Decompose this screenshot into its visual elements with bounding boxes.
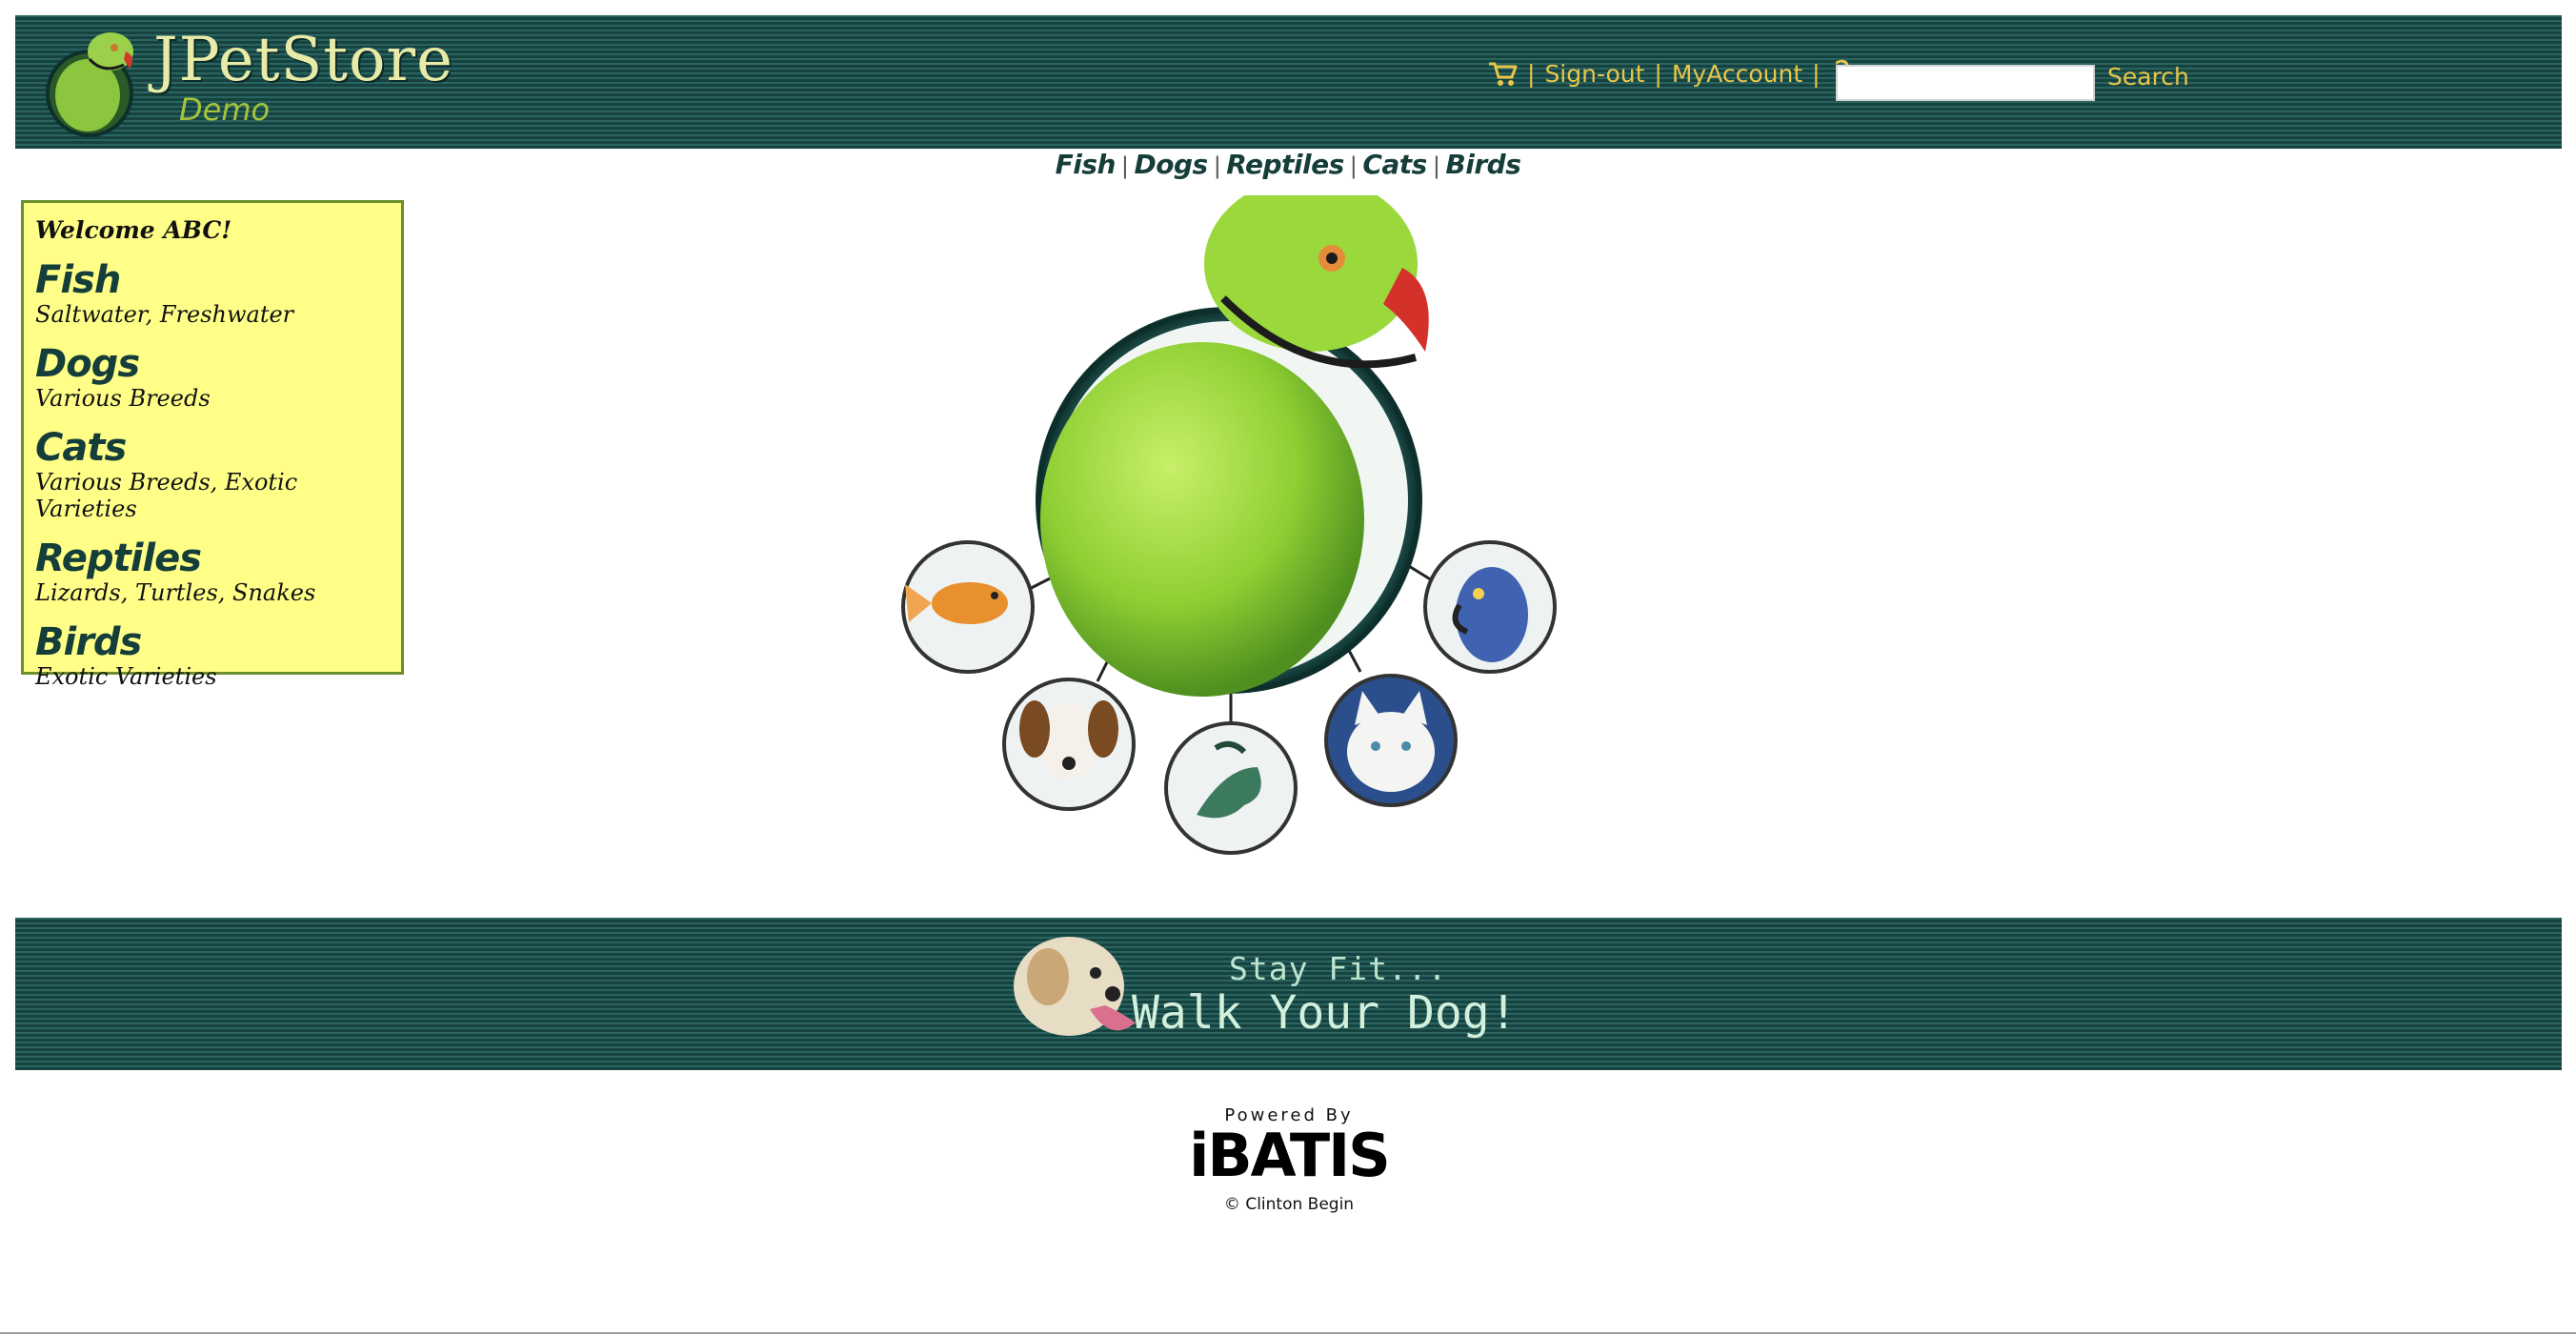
- quick-link-separator: |: [1349, 152, 1358, 179]
- my-account-link[interactable]: MyAccount: [1672, 60, 1802, 88]
- quick-links-bar: Fish | Dogs | Reptiles | Cats | Birds: [0, 149, 2576, 180]
- cats-image-link[interactable]: [1324, 674, 1458, 807]
- quick-link-separator: |: [1120, 152, 1129, 179]
- birds-image-link[interactable]: [1423, 540, 1557, 674]
- page-bottom-divider: [0, 1332, 2576, 1334]
- parrot-logo-icon: [46, 32, 133, 137]
- promo-banner: Stay Fit... Walk Your Dog!: [15, 918, 2562, 1070]
- dog-banner-icon: [1014, 937, 1136, 1036]
- sidebar-item-reptiles: Reptiles Lizards, Turtles, Snakes: [35, 537, 401, 606]
- quick-link-separator: |: [1432, 152, 1440, 179]
- reptiles-image-link[interactable]: [1164, 721, 1298, 855]
- quick-link-cats[interactable]: Cats: [1362, 149, 1427, 180]
- quick-link-reptiles[interactable]: Reptiles: [1226, 149, 1344, 180]
- sidebar-item-fish-link[interactable]: Fish: [35, 259, 401, 301]
- logo-title[interactable]: JPetStore: [153, 25, 453, 95]
- banner-headline: Stay Fit...: [1229, 950, 1448, 987]
- sidebar-item-cats-desc: Various Breeds, Exotic Varieties: [35, 469, 298, 522]
- sidebar-item-birds-link[interactable]: Birds: [35, 621, 401, 663]
- quick-link-dogs[interactable]: Dogs: [1135, 149, 1209, 180]
- search-input[interactable]: [1836, 65, 2095, 101]
- quick-link-birds[interactable]: Birds: [1445, 149, 1520, 180]
- dogs-image-link[interactable]: [1002, 678, 1136, 811]
- ibatis-brand: iBATIS: [1189, 1121, 1391, 1190]
- logo-subtitle: Demo: [179, 91, 271, 128]
- ibatis-logo[interactable]: Powered By iBATIS © Clinton Begin: [1181, 1105, 1397, 1218]
- sidebar-item-birds: Birds Exotic Varieties: [35, 621, 401, 690]
- header-bar: JPetStore Demo | Sign-out | MyAccount | …: [15, 15, 2562, 149]
- banner-subheadline: Walk Your Dog!: [1132, 986, 1518, 1040]
- fish-image-link[interactable]: [901, 540, 1035, 674]
- sidebar-item-reptiles-link[interactable]: Reptiles: [35, 537, 401, 579]
- sidebar-item-fish: Fish Saltwater, Freshwater: [35, 259, 401, 328]
- menu-separator: |: [1812, 59, 1821, 88]
- sidebar: Welcome ABC! Fish Saltwater, Freshwater …: [21, 200, 404, 690]
- search-button[interactable]: Search: [2107, 63, 2189, 91]
- cart-icon[interactable]: [1487, 60, 1518, 87]
- sidebar-item-dogs-link[interactable]: Dogs: [35, 343, 401, 385]
- main-image-map: [901, 195, 1557, 855]
- sidebar-item-cats-link[interactable]: Cats: [35, 427, 401, 469]
- sidebar-item-cats: Cats Various Breeds, Exotic Varieties: [35, 427, 401, 522]
- copyright-text: © Clinton Begin: [1223, 1195, 1355, 1214]
- sidebar-item-dogs: Dogs Various Breeds: [35, 343, 401, 412]
- welcome-message: Welcome ABC!: [35, 216, 232, 244]
- menu-separator: |: [1654, 59, 1662, 88]
- birds-main-area[interactable]: [1036, 195, 1429, 697]
- sidebar-item-dogs-desc: Various Breeds: [35, 385, 211, 412]
- quick-link-separator: |: [1213, 152, 1221, 179]
- sidebar-item-birds-desc: Exotic Varieties: [35, 663, 217, 690]
- sidebar-item-fish-desc: Saltwater, Freshwater: [35, 301, 294, 328]
- sidebar-item-reptiles-desc: Lizards, Turtles, Snakes: [35, 579, 316, 606]
- quick-link-fish[interactable]: Fish: [1056, 149, 1117, 180]
- header-menu: | Sign-out | MyAccount | ?: [1487, 57, 1851, 90]
- sign-out-link[interactable]: Sign-out: [1544, 60, 1644, 88]
- menu-separator: |: [1527, 59, 1536, 88]
